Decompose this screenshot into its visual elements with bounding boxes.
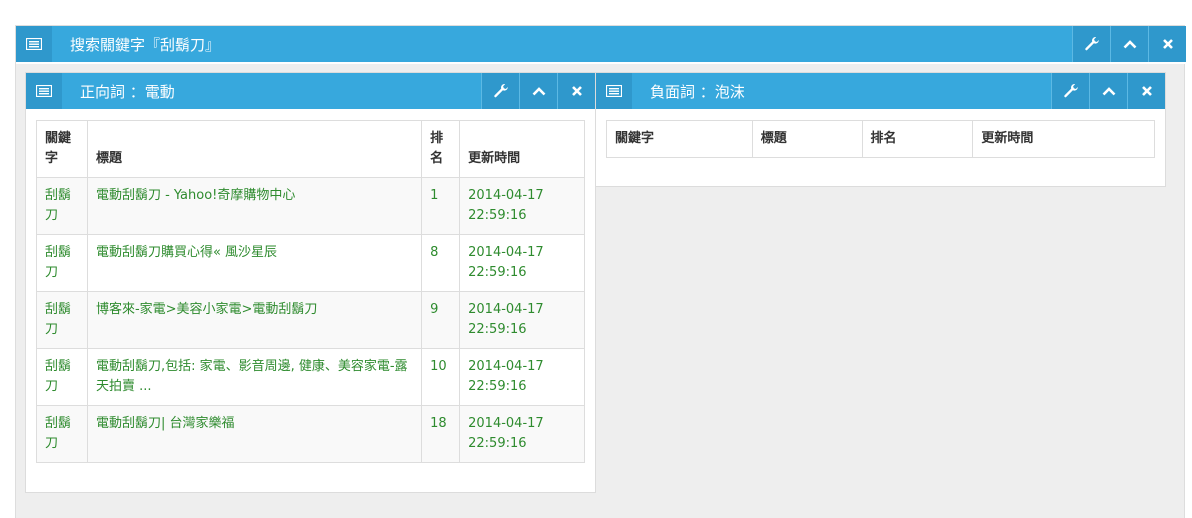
cell-time: 22:59:16 (468, 379, 527, 394)
column-header-title: 標題 (86, 120, 423, 178)
outer-collapse-button[interactable] (1110, 26, 1148, 62)
cell-keyword: 刮鬍刀 (36, 291, 88, 349)
negative-settings-button[interactable] (1051, 73, 1089, 109)
cell-updated: 2014-04-17 22:59:16 (459, 405, 585, 463)
negative-close-button[interactable] (1127, 73, 1165, 109)
list-icon (26, 73, 62, 109)
wrench-icon (1084, 36, 1100, 52)
negative-panel-header: 負面詞 ：泡沫 (596, 73, 1165, 109)
positive-close-button[interactable] (557, 73, 595, 109)
negative-collapse-button[interactable] (1089, 73, 1127, 109)
column-header-updated: 更新時間 (459, 120, 585, 178)
cell-date: 2014-04-17 (468, 245, 544, 260)
cell-date: 2014-04-17 (468, 302, 544, 317)
cell-keyword: 刮鬍刀 (36, 177, 88, 235)
cell-keyword: 刮鬍刀 (36, 234, 88, 292)
table-row: 刮鬍刀 電動刮鬍刀,包括: 家電、影音周邊, 健康、美容家電-露天拍賣 ... … (36, 348, 585, 406)
close-icon (1141, 85, 1153, 97)
table-row: 刮鬍刀 電動刮鬍刀 - Yahoo!奇摩購物中心 1 2014-04-17 22:… (36, 177, 585, 235)
column-header-keyword: 關鍵字 (606, 120, 753, 158)
outer-panel-title: 搜索關鍵字『刮鬍刀』 (70, 35, 221, 54)
cell-title-link[interactable]: 電動刮鬍刀 - Yahoo!奇摩購物中心 (86, 177, 423, 235)
column-header-rank: 排名 (861, 120, 974, 158)
close-icon (1162, 38, 1174, 50)
positive-table: 關鍵字 標題 排名 更新時間 刮鬍刀 電動刮鬍刀 - Yahoo!奇摩購物中心 … (36, 120, 585, 463)
positive-panel-title: 正向詞 ：電動 (80, 82, 175, 101)
column-header-keyword: 關鍵字 (36, 120, 88, 178)
outer-panel-header: 搜索關鍵字『刮鬍刀』 (16, 26, 1186, 62)
cell-title-link[interactable]: 電動刮鬍刀| 台灣家樂福 (86, 405, 423, 463)
cell-title-link[interactable]: 電動刮鬍刀購買心得« 風沙星辰 (86, 234, 423, 292)
negative-panel: 負面詞 ：泡沫 關鍵字 標題 排名 更新時間 (595, 72, 1166, 187)
list-icon (16, 26, 52, 62)
positive-collapse-button[interactable] (519, 73, 557, 109)
cell-time: 22:59:16 (468, 322, 527, 337)
cell-rank: 1 (421, 177, 461, 235)
list-icon (596, 73, 632, 109)
cell-date: 2014-04-17 (468, 359, 544, 374)
cell-keyword: 刮鬍刀 (36, 405, 88, 463)
column-header-updated: 更新時間 (972, 120, 1155, 158)
table-header-row: 關鍵字 標題 排名 更新時間 (606, 120, 1155, 158)
outer-settings-button[interactable] (1072, 26, 1110, 62)
negative-panel-title: 負面詞 ：泡沫 (650, 82, 745, 101)
cell-title-link[interactable]: 電動刮鬍刀,包括: 家電、影音周邊, 健康、美容家電-露天拍賣 ... (86, 348, 423, 406)
cell-time: 22:59:16 (468, 265, 527, 280)
cell-time: 22:59:16 (468, 208, 527, 223)
column-header-title: 標題 (751, 120, 863, 158)
cell-date: 2014-04-17 (468, 416, 544, 431)
negative-table: 關鍵字 標題 排名 更新時間 (606, 120, 1155, 158)
wrench-icon (1063, 83, 1079, 99)
cell-keyword: 刮鬍刀 (36, 348, 88, 406)
outer-close-button[interactable] (1148, 26, 1186, 62)
wrench-icon (493, 83, 509, 99)
chevron-up-icon (1123, 39, 1137, 49)
cell-rank: 10 (421, 348, 461, 406)
table-row: 刮鬍刀 電動刮鬍刀購買心得« 風沙星辰 8 2014-04-17 22:59:16 (36, 234, 585, 292)
chevron-up-icon (532, 86, 546, 96)
table-header-row: 關鍵字 標題 排名 更新時間 (36, 120, 585, 178)
positive-panel: 正向詞 ：電動 關鍵字 標題 排名 更新時間 刮鬍刀 電動刮鬍刀 - Yahoo… (25, 72, 596, 493)
cell-updated: 2014-04-17 22:59:16 (459, 234, 585, 292)
cell-rank: 8 (421, 234, 461, 292)
cell-time: 22:59:16 (468, 436, 527, 451)
cell-updated: 2014-04-17 22:59:16 (459, 177, 585, 235)
column-header-rank: 排名 (421, 120, 461, 178)
close-icon (571, 85, 583, 97)
cell-rank: 18 (421, 405, 461, 463)
chevron-up-icon (1102, 86, 1116, 96)
cell-updated: 2014-04-17 22:59:16 (459, 348, 585, 406)
cell-title-link[interactable]: 博客來-家電>美容小家電>電動刮鬍刀 (86, 291, 423, 349)
table-row: 刮鬍刀 電動刮鬍刀| 台灣家樂福 18 2014-04-17 22:59:16 (36, 405, 585, 463)
positive-panel-header: 正向詞 ：電動 (26, 73, 595, 109)
cell-date: 2014-04-17 (468, 188, 544, 203)
positive-settings-button[interactable] (481, 73, 519, 109)
outer-panel-strip (16, 62, 1186, 64)
cell-updated: 2014-04-17 22:59:16 (459, 291, 585, 349)
table-row: 刮鬍刀 博客來-家電>美容小家電>電動刮鬍刀 9 2014-04-17 22:59… (36, 291, 585, 349)
cell-rank: 9 (421, 291, 461, 349)
